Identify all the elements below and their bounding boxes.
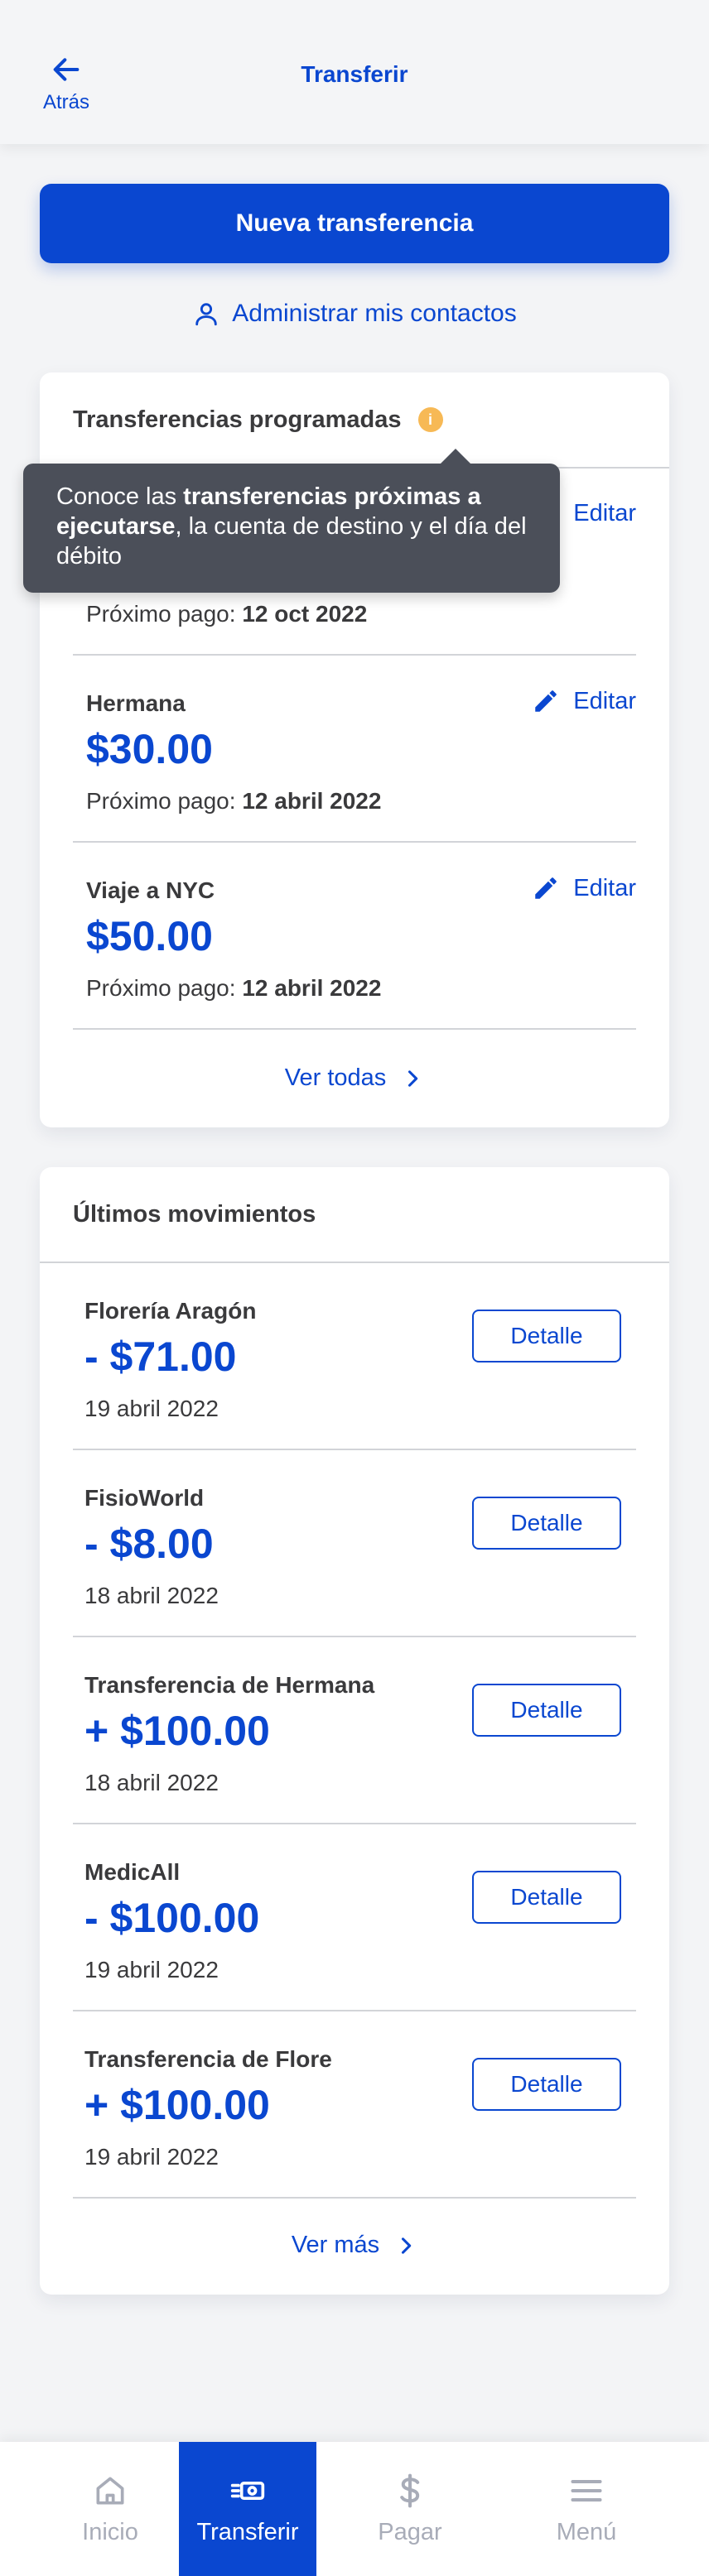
detail-button[interactable]: Detalle (472, 1684, 621, 1737)
manage-contacts-link[interactable]: Administrar mis contactos (0, 300, 709, 328)
detail-button[interactable]: Detalle (472, 1310, 621, 1362)
edit-label: Editar (573, 874, 636, 901)
detail-button[interactable]: Detalle (472, 1871, 621, 1924)
scheduled-item-date: 12 abril 2022 (242, 788, 382, 814)
movement-name: MedicAll (84, 1859, 181, 1885)
nav-item-transfer[interactable]: Transferir (179, 2442, 316, 2576)
detail-button[interactable]: Detalle (472, 1497, 621, 1550)
detail-button[interactable]: Detalle (472, 2058, 621, 2111)
nav-item-home[interactable]: Inicio (41, 2442, 179, 2576)
nav-label-transfer: Transferir (196, 2518, 299, 2545)
movement-amount: + $100.00 (84, 1708, 270, 1754)
movement-item: FisioWorld - $8.00 18 abril 2022 Detalle (73, 1450, 636, 1637)
edit-label: Editar (573, 687, 636, 714)
movement-name: Transferencia de Flore (84, 2046, 332, 2072)
edit-button[interactable]: Editar (573, 500, 636, 527)
movement-amount: + $100.00 (84, 2082, 270, 2128)
scheduled-item-date: 12 oct 2022 (242, 601, 368, 627)
home-icon (96, 2477, 124, 2504)
manage-contacts-label: Administrar mis contactos (232, 300, 517, 327)
nav-item-pay[interactable]: Pagar (316, 2442, 504, 2576)
movement-amount: - $100.00 (84, 1895, 260, 1941)
see-more-label: Ver más (291, 2232, 380, 2258)
nav-label-home: Inicio (82, 2518, 138, 2545)
nav-label-menu: Menú (556, 2518, 617, 2545)
nav-item-menu[interactable]: Menú (504, 2442, 669, 2576)
movement-amount: - $71.00 (84, 1334, 237, 1380)
edit-button[interactable]: Editar (532, 687, 636, 715)
movement-amount: - $8.00 (84, 1521, 214, 1567)
movement-name: FisioWorld (84, 1485, 205, 1511)
back-label: Atrás (42, 91, 89, 113)
latest-movements-header: Últimos movimientos (40, 1167, 669, 1263)
nav-label-pay: Pagar (378, 2518, 442, 2545)
movement-item: MedicAll - $100.00 19 abril 2022 Detalle (73, 1824, 636, 2011)
scheduled-item-next-payment: Próximo pago: 12 abril 2022 (86, 788, 382, 814)
transfer-icon (230, 2481, 265, 2500)
menu-icon (571, 2479, 602, 2502)
movement-name: Florería Aragón (84, 1298, 257, 1324)
dollar-icon (400, 2473, 420, 2507)
page-title: Transferir (301, 61, 408, 87)
user-icon (195, 303, 218, 326)
movement-date: 19 abril 2022 (84, 2144, 219, 2170)
scheduled-item-date: 12 abril 2022 (242, 975, 382, 1001)
bottom-navigation: Inicio Transferir Pagar Menú (0, 2442, 709, 2576)
scheduled-transfers-header: Transferencias programadas i (40, 372, 669, 469)
scheduled-item-name: Hermana (86, 690, 186, 716)
movement-name: Transferencia de Hermana (84, 1672, 375, 1698)
chevron-right-icon (408, 1069, 418, 1087)
edit-button[interactable]: Editar (532, 874, 636, 902)
info-tooltip: Conoce las transferencias próximas a eje… (23, 449, 560, 593)
scheduled-item-amount: $50.00 (86, 913, 213, 959)
movement-date: 18 abril 2022 (84, 1770, 219, 1795)
scheduled-item-amount: $30.00 (86, 726, 213, 772)
scheduled-item: Viaje a NYC $50.00 Próximo pago: 12 abri… (73, 843, 636, 1030)
edit-label: Editar (573, 500, 636, 526)
latest-movements-title: Últimos movimientos (73, 1200, 316, 1228)
pencil-icon (535, 877, 557, 899)
scheduled-item-name: Viaje a NYC (86, 877, 215, 903)
scheduled-item-next-payment: Próximo pago: 12 oct 2022 (86, 601, 368, 627)
chevron-right-icon (402, 2237, 412, 2254)
movement-item: Transferencia de Flore + $100.00 19 abri… (73, 2011, 636, 2199)
see-all-label: Ver todas (284, 1065, 387, 1091)
movement-item: Transferencia de Hermana + $100.00 18 ab… (73, 1637, 636, 1824)
see-more-link[interactable]: Ver más (40, 2232, 669, 2259)
info-icon[interactable]: i (417, 407, 443, 432)
pencil-icon (535, 690, 557, 712)
app-header: Atrás Transferir (0, 0, 709, 144)
scheduled-transfers-title: Transferencias programadas (73, 406, 402, 433)
scheduled-item: Hermana $30.00 Próximo pago: 12 abril 20… (73, 656, 636, 843)
scheduled-item-next-payment: Próximo pago: 12 abril 2022 (86, 975, 382, 1001)
movement-date: 18 abril 2022 (84, 1583, 219, 1608)
new-transfer-button[interactable]: Nueva transferencia (40, 184, 669, 263)
movement-date: 19 abril 2022 (84, 1957, 219, 1982)
movement-date: 19 abril 2022 (84, 1396, 219, 1421)
latest-movements-card: Últimos movimientos Florería Aragón - $7… (40, 1167, 669, 2295)
movement-item: Florería Aragón - $71.00 19 abril 2022 D… (73, 1263, 636, 1450)
see-all-link[interactable]: Ver todas (40, 1065, 669, 1092)
